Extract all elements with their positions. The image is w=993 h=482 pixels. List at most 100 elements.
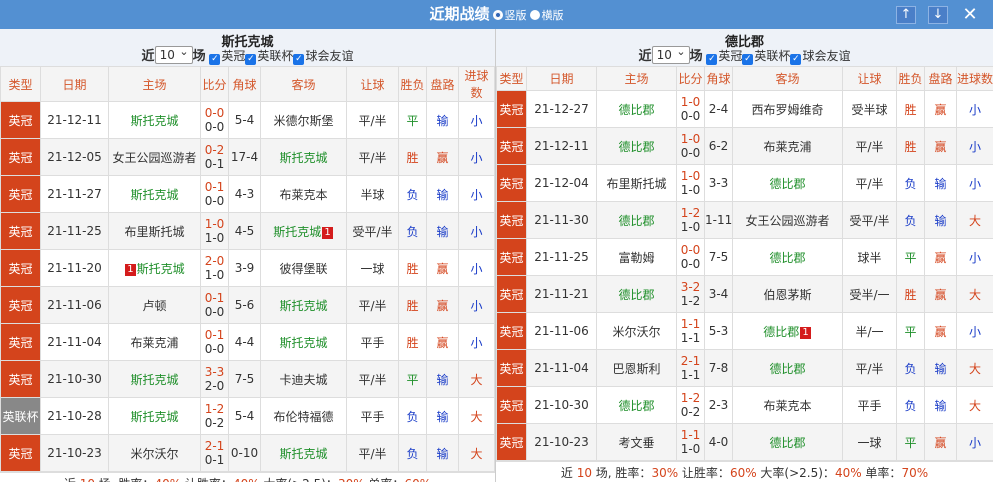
home-team[interactable]: 斯托克城: [137, 262, 185, 276]
radio-landscape-label[interactable]: 横版: [542, 9, 564, 22]
away-team[interactable]: 布莱克本: [763, 399, 811, 413]
away-team-cell[interactable]: 斯托克城: [260, 434, 347, 472]
away-team[interactable]: 米德尔斯堡: [273, 114, 333, 128]
away-team-cell[interactable]: 德比郡 1: [732, 312, 843, 350]
home-team[interactable]: 布莱克浦: [130, 336, 178, 350]
match-count-select[interactable]: 10: [651, 44, 690, 64]
home-team[interactable]: 女王公园巡游者: [112, 151, 196, 165]
home-team-cell[interactable]: 富勒姆: [596, 238, 677, 276]
checkbox-friendly-icon[interactable]: ✓: [790, 54, 802, 65]
away-team[interactable]: 布莱克本: [279, 188, 327, 202]
home-team-cell[interactable]: 斯托克城: [108, 397, 201, 435]
match-count-select[interactable]: 10: [154, 44, 193, 64]
away-team-cell[interactable]: 斯托克城 1: [260, 212, 347, 250]
checkbox-cup-icon[interactable]: ✓: [245, 54, 257, 65]
checkbox-league-label[interactable]: 英冠: [718, 49, 742, 63]
checkbox-cup-label[interactable]: 英联杯: [754, 49, 790, 63]
home-team[interactable]: 斯托克城: [130, 188, 178, 202]
away-team-cell[interactable]: 彼得堡联: [260, 249, 347, 287]
home-team-cell[interactable]: 女王公园巡游者: [108, 138, 201, 176]
away-team[interactable]: 斯托克城: [279, 299, 327, 313]
home-team[interactable]: 富勒姆: [618, 251, 654, 265]
close-icon[interactable]: ✕: [960, 6, 980, 24]
away-team[interactable]: 伯恩茅斯: [763, 288, 811, 302]
home-team[interactable]: 斯托克城: [130, 373, 178, 387]
away-team[interactable]: 布伦特福德: [273, 410, 333, 424]
checkbox-league-icon[interactable]: ✓: [706, 54, 718, 65]
arrow-down-icon[interactable]: ↓: [928, 6, 948, 24]
away-team[interactable]: 德比郡: [763, 325, 799, 339]
checkbox-friendly-label[interactable]: 球会友谊: [305, 49, 353, 63]
home-team[interactable]: 考文垂: [618, 436, 654, 450]
away-team-cell[interactable]: 德比郡: [732, 349, 843, 387]
away-team[interactable]: 斯托克城: [279, 336, 327, 350]
home-team-cell[interactable]: 斯托克城: [108, 101, 201, 139]
away-team-cell[interactable]: 斯托克城: [260, 138, 347, 176]
home-team[interactable]: 布里斯托城: [606, 177, 666, 191]
home-team[interactable]: 米尔沃尔: [130, 447, 178, 461]
home-team[interactable]: 卢顿: [142, 299, 166, 313]
radio-portrait-label[interactable]: 竖版: [505, 9, 527, 22]
radio-portrait[interactable]: [492, 10, 503, 20]
home-team[interactable]: 巴恩斯利: [612, 362, 660, 376]
away-team[interactable]: 西布罗姆维奇: [751, 103, 823, 117]
away-team[interactable]: 女王公园巡游者: [745, 214, 829, 228]
away-team[interactable]: 布莱克浦: [763, 140, 811, 154]
checkbox-league-icon[interactable]: ✓: [209, 54, 221, 65]
home-team[interactable]: 布里斯托城: [124, 225, 184, 239]
away-team-cell[interactable]: 德比郡: [732, 238, 843, 276]
checkbox-cup-label[interactable]: 英联杯: [257, 49, 293, 63]
away-team-cell[interactable]: 布莱克本: [260, 175, 347, 213]
checkbox-friendly-label[interactable]: 球会友谊: [802, 49, 850, 63]
home-team-cell[interactable]: 斯托克城: [108, 175, 201, 213]
away-team[interactable]: 斯托克城: [279, 151, 327, 165]
checkbox-cup-icon[interactable]: ✓: [742, 54, 754, 65]
away-team-cell[interactable]: 布伦特福德: [260, 397, 347, 435]
away-team-cell[interactable]: 斯托克城: [260, 323, 347, 361]
away-team-cell[interactable]: 斯托克城: [260, 286, 347, 324]
away-team-cell[interactable]: 布莱克浦: [732, 127, 843, 165]
home-team-cell[interactable]: 斯托克城: [108, 360, 201, 398]
away-team[interactable]: 德比郡: [769, 436, 805, 450]
away-team-cell[interactable]: 德比郡: [732, 423, 843, 461]
away-team-cell[interactable]: 女王公园巡游者: [732, 201, 843, 239]
home-team-cell[interactable]: 米尔沃尔: [596, 312, 677, 350]
away-team-cell[interactable]: 布莱克本: [732, 386, 843, 424]
checkbox-league-label[interactable]: 英冠: [221, 49, 245, 63]
away-team[interactable]: 卡迪夫城: [279, 373, 327, 387]
home-team-cell[interactable]: 米尔沃尔: [108, 434, 201, 472]
home-team-cell[interactable]: 布莱克浦: [108, 323, 201, 361]
home-team[interactable]: 斯托克城: [130, 410, 178, 424]
home-team[interactable]: 德比郡: [618, 399, 654, 413]
away-team[interactable]: 斯托克城: [279, 447, 327, 461]
away-team-cell[interactable]: 西布罗姆维奇: [732, 90, 843, 128]
home-team-cell[interactable]: 德比郡: [596, 275, 677, 313]
radio-landscape[interactable]: [529, 10, 540, 20]
home-team-cell[interactable]: 德比郡: [596, 127, 677, 165]
away-team[interactable]: 彼得堡联: [279, 262, 327, 276]
checkbox-friendly-icon[interactable]: ✓: [293, 54, 305, 65]
home-team[interactable]: 德比郡: [618, 214, 654, 228]
home-team-cell[interactable]: 1 斯托克城: [108, 249, 201, 287]
home-team-cell[interactable]: 德比郡: [596, 201, 677, 239]
away-team[interactable]: 德比郡: [769, 177, 805, 191]
home-team[interactable]: 德比郡: [618, 288, 654, 302]
home-team[interactable]: 德比郡: [618, 140, 654, 154]
home-team[interactable]: 斯托克城: [130, 114, 178, 128]
arrow-up-icon[interactable]: ↑: [896, 6, 916, 24]
home-team-cell[interactable]: 巴恩斯利: [596, 349, 677, 387]
away-team-cell[interactable]: 伯恩茅斯: [732, 275, 843, 313]
away-team-cell[interactable]: 卡迪夫城: [260, 360, 347, 398]
home-team-cell[interactable]: 德比郡: [596, 386, 677, 424]
away-team-cell[interactable]: 米德尔斯堡: [260, 101, 347, 139]
away-team[interactable]: 德比郡: [769, 251, 805, 265]
home-team-cell[interactable]: 卢顿: [108, 286, 201, 324]
away-team[interactable]: 德比郡: [769, 362, 805, 376]
home-team[interactable]: 米尔沃尔: [612, 325, 660, 339]
home-team-cell[interactable]: 考文垂: [596, 423, 677, 461]
home-team-cell[interactable]: 布里斯托城: [108, 212, 201, 250]
home-team-cell[interactable]: 布里斯托城: [596, 164, 677, 202]
home-team-cell[interactable]: 德比郡: [596, 90, 677, 128]
away-team[interactable]: 斯托克城: [273, 225, 321, 239]
away-team-cell[interactable]: 德比郡: [732, 164, 843, 202]
